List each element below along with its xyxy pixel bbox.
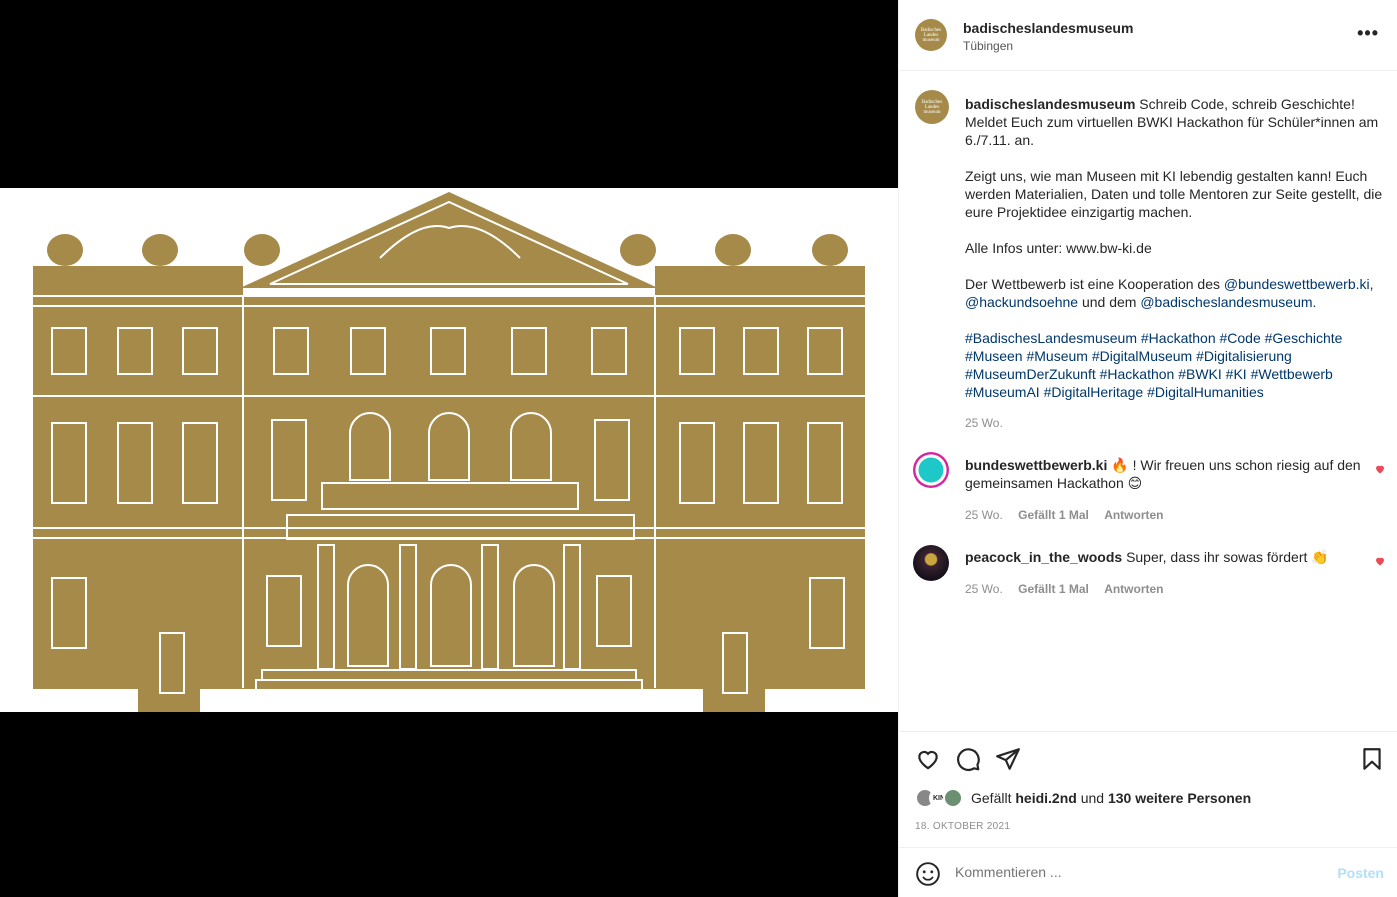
caption-username[interactable]: badischeslandesmuseum: [965, 96, 1135, 112]
comment-body: bundeswettbewerb.ki 🔥 ! Wir freuen uns s…: [965, 456, 1365, 492]
post-header: Badisches Landes museum badischeslandesm…: [899, 0, 1397, 71]
heart-icon[interactable]: [1374, 463, 1386, 475]
avatar[interactable]: Badisches Landes museum: [915, 90, 949, 124]
comment-text: Super, dass ihr sowas fördert 👏: [1126, 549, 1329, 565]
comment-time[interactable]: 25 Wo.: [965, 582, 1003, 596]
comment-username[interactable]: bundeswettbewerb.ki: [965, 457, 1107, 473]
comment-meta: 25 Wo. Gefällt 1 Mal Antworten: [965, 582, 1176, 596]
share-icon[interactable]: [995, 746, 1021, 772]
comment-body: peacock_in_the_woods Super, dass ihr sow…: [965, 548, 1365, 566]
likes-user[interactable]: heidi.2nd: [1015, 790, 1076, 806]
post-side-panel: Badisches Landes museum badischeslandesm…: [898, 0, 1397, 897]
museum-building-illustration: [0, 188, 898, 712]
header-username[interactable]: badischeslandesmuseum: [963, 20, 1133, 36]
post-button[interactable]: Posten: [1337, 865, 1384, 881]
comment-likes[interactable]: Gefällt 1 Mal: [1018, 582, 1089, 596]
likes-prefix: Gefällt: [971, 790, 1012, 806]
caption-paragraph: Alle Infos unter: www.bw-ki.de: [965, 240, 1152, 256]
comment-box: Posten: [899, 847, 1397, 897]
comment-username[interactable]: peacock_in_the_woods: [965, 549, 1122, 565]
comment-input[interactable]: [955, 864, 1335, 880]
caption-text: und dem: [1081, 294, 1137, 310]
avatar[interactable]: Badisches Landes museum: [915, 19, 947, 51]
likes-mid: und: [1080, 790, 1105, 806]
post-actions: KIN Gefällt heidi.2nd und 130 weitere Pe…: [899, 731, 1397, 846]
avatar-text: museum: [923, 109, 941, 115]
post-media[interactable]: [0, 0, 898, 897]
heart-icon[interactable]: [915, 746, 941, 772]
avatar[interactable]: [943, 788, 963, 808]
header-location[interactable]: Tübingen: [963, 39, 1013, 53]
reply-button[interactable]: Antworten: [1104, 508, 1163, 522]
likes-text[interactable]: Gefällt heidi.2nd und 130 weitere Person…: [971, 790, 1251, 806]
caption-text: Der Wettbewerb ist eine Kooperation des: [965, 276, 1220, 292]
mention-link[interactable]: @badischeslandesmuseum.: [1140, 294, 1316, 310]
emoji-icon[interactable]: [915, 861, 941, 887]
comment-meta: 25 Wo. Gefällt 1 Mal Antworten: [965, 508, 1176, 522]
mention-link[interactable]: @bundeswettbewerb.ki,: [1224, 276, 1374, 292]
heart-icon[interactable]: [1374, 555, 1386, 567]
comment-likes[interactable]: Gefällt 1 Mal: [1018, 508, 1089, 522]
comment-icon[interactable]: [955, 746, 981, 772]
more-options-icon[interactable]: •••: [1357, 24, 1379, 42]
avatar-text: museum: [922, 37, 940, 43]
caption-paragraph: Zeigt uns, wie man Museen mit KI lebendi…: [965, 168, 1383, 220]
avatar[interactable]: [913, 545, 949, 581]
avatar[interactable]: [913, 452, 949, 488]
mention-link[interactable]: @hackundsoehne: [965, 294, 1078, 310]
comment-time[interactable]: 25 Wo.: [965, 508, 1003, 522]
post-date[interactable]: 18. OKTOBER 2021: [915, 821, 1010, 832]
likes-summary: KIN Gefällt heidi.2nd und 130 weitere Pe…: [915, 788, 1251, 808]
bookmark-icon[interactable]: [1359, 746, 1385, 772]
likes-rest[interactable]: 130 weitere Personen: [1108, 790, 1251, 806]
caption-time[interactable]: 25 Wo.: [965, 416, 1003, 430]
hashtags[interactable]: #BadischesLandesmuseum #Hackathon #Code …: [965, 329, 1385, 401]
reply-button[interactable]: Antworten: [1104, 582, 1163, 596]
caption-body: badischeslandesmuseum Schreib Code, schr…: [965, 95, 1385, 419]
